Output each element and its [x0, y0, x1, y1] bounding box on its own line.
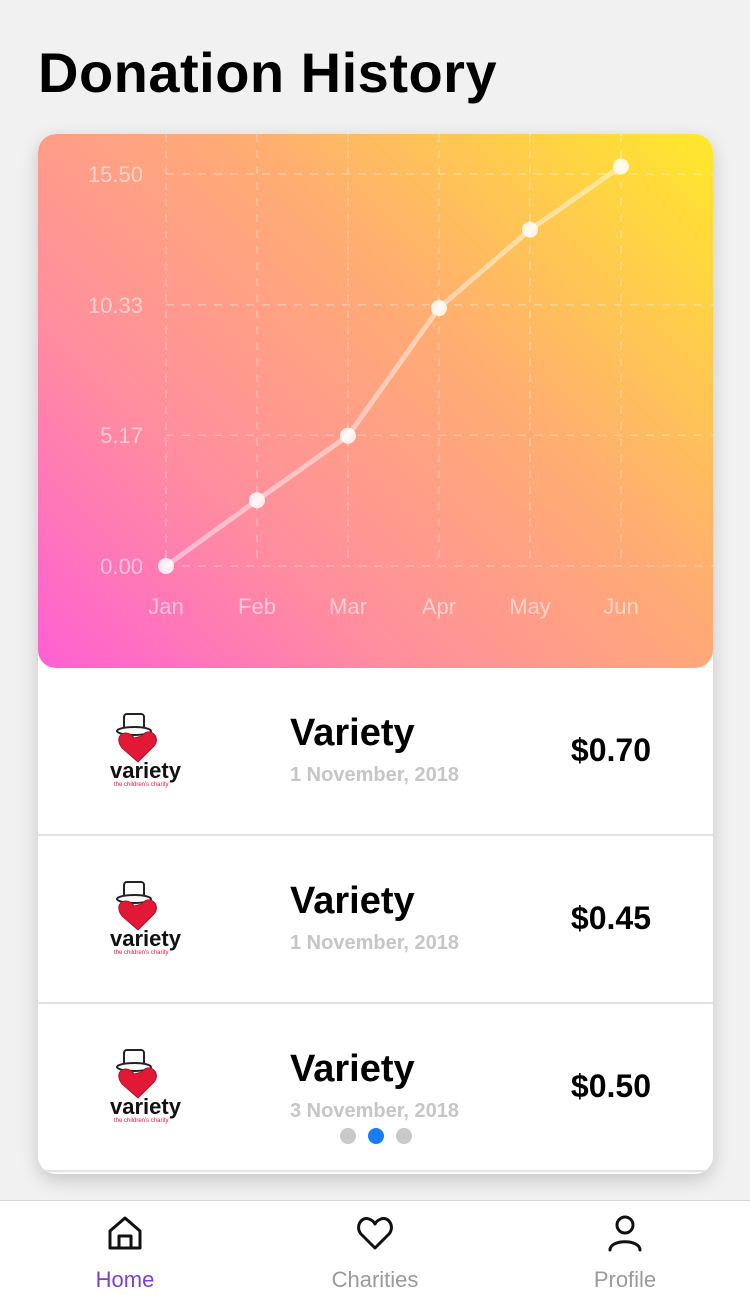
donation-card: 0.00 5.17 10.33 15.50 Jan Feb Mar Apr May Jun var… — [38, 134, 713, 1174]
data-point — [158, 558, 174, 574]
y-tick-label: 5.17 — [100, 423, 143, 448]
tab-home-label: Home — [95, 1267, 155, 1292]
svg-text:variety: variety — [110, 926, 182, 951]
home-icon — [108, 1216, 142, 1250]
donation-row[interactable]: variety the children's charity Variety 1… — [38, 668, 713, 836]
data-point — [613, 158, 629, 175]
tab-profile-label: Profile — [593, 1267, 657, 1292]
tab-home[interactable]: Home — [25, 1201, 225, 1298]
y-tick-label: 15.50 — [88, 162, 143, 187]
x-tick-label: May — [509, 594, 551, 619]
y-tick-label: 10.33 — [88, 293, 143, 318]
x-tick-label: Jan — [148, 594, 183, 619]
x-tick-label: Apr — [422, 594, 456, 619]
variety-logo: variety the children's charity — [110, 713, 182, 788]
donation-date: 1 November, 2018 — [290, 932, 459, 954]
tab-charities[interactable]: Charities — [275, 1201, 475, 1298]
donation-date: 1 November, 2018 — [290, 764, 459, 786]
donation-amount: $0.70 — [570, 732, 651, 768]
heart-icon — [357, 1217, 393, 1250]
donation-row[interactable]: variety the children's charity Variety 3… — [38, 1004, 713, 1172]
tab-charities-label: Charities — [331, 1267, 419, 1292]
page-indicator — [38, 1128, 713, 1144]
data-point — [249, 492, 265, 509]
variety-logo: variety the children's charity — [110, 881, 182, 956]
data-point — [522, 221, 538, 238]
donation-amount: $0.45 — [570, 900, 651, 936]
donation-date: 3 November, 2018 — [290, 1100, 459, 1122]
svg-text:the children's charity: the children's charity — [114, 950, 169, 956]
data-point — [340, 427, 356, 444]
donation-chart-svg: 0.00 5.17 10.33 15.50 Jan Feb Mar Apr May Jun — [88, 134, 713, 619]
variety-logo: variety the children's charity — [110, 1049, 182, 1124]
svg-text:the children's charity: the children's charity — [114, 1118, 169, 1124]
tab-profile[interactable]: Profile — [525, 1201, 725, 1298]
tab-bar: Home Charities Profile — [0, 1200, 750, 1298]
donation-amount: $0.50 — [570, 1068, 651, 1104]
donation-list: variety the children's charity Variety 1… — [38, 668, 713, 1172]
donation-charity-name: Variety — [290, 1048, 415, 1090]
svg-text:the children's charity: the children's charity — [114, 782, 169, 788]
y-tick-label: 0.00 — [100, 554, 143, 579]
x-tick-label: Jun — [603, 594, 638, 619]
profile-icon — [608, 1215, 642, 1252]
donation-charity-name: Variety — [290, 880, 415, 922]
data-point — [431, 300, 447, 317]
page-dot[interactable] — [395, 1128, 412, 1144]
page-dot-active[interactable] — [367, 1128, 384, 1144]
donation-row[interactable]: variety the children's charity Variety 1… — [38, 836, 713, 1004]
svg-text:variety: variety — [110, 758, 182, 783]
x-tick-label: Feb — [238, 594, 276, 619]
svg-text:variety: variety — [110, 1094, 182, 1119]
x-tick-label: Mar — [329, 594, 367, 619]
series-line — [163, 163, 624, 569]
page-dot[interactable] — [339, 1128, 356, 1144]
page-title: Donation History — [38, 41, 498, 104]
donation-chart: 0.00 5.17 10.33 15.50 Jan Feb Mar Apr May Jun — [38, 134, 713, 668]
donation-charity-name: Variety — [290, 712, 415, 754]
